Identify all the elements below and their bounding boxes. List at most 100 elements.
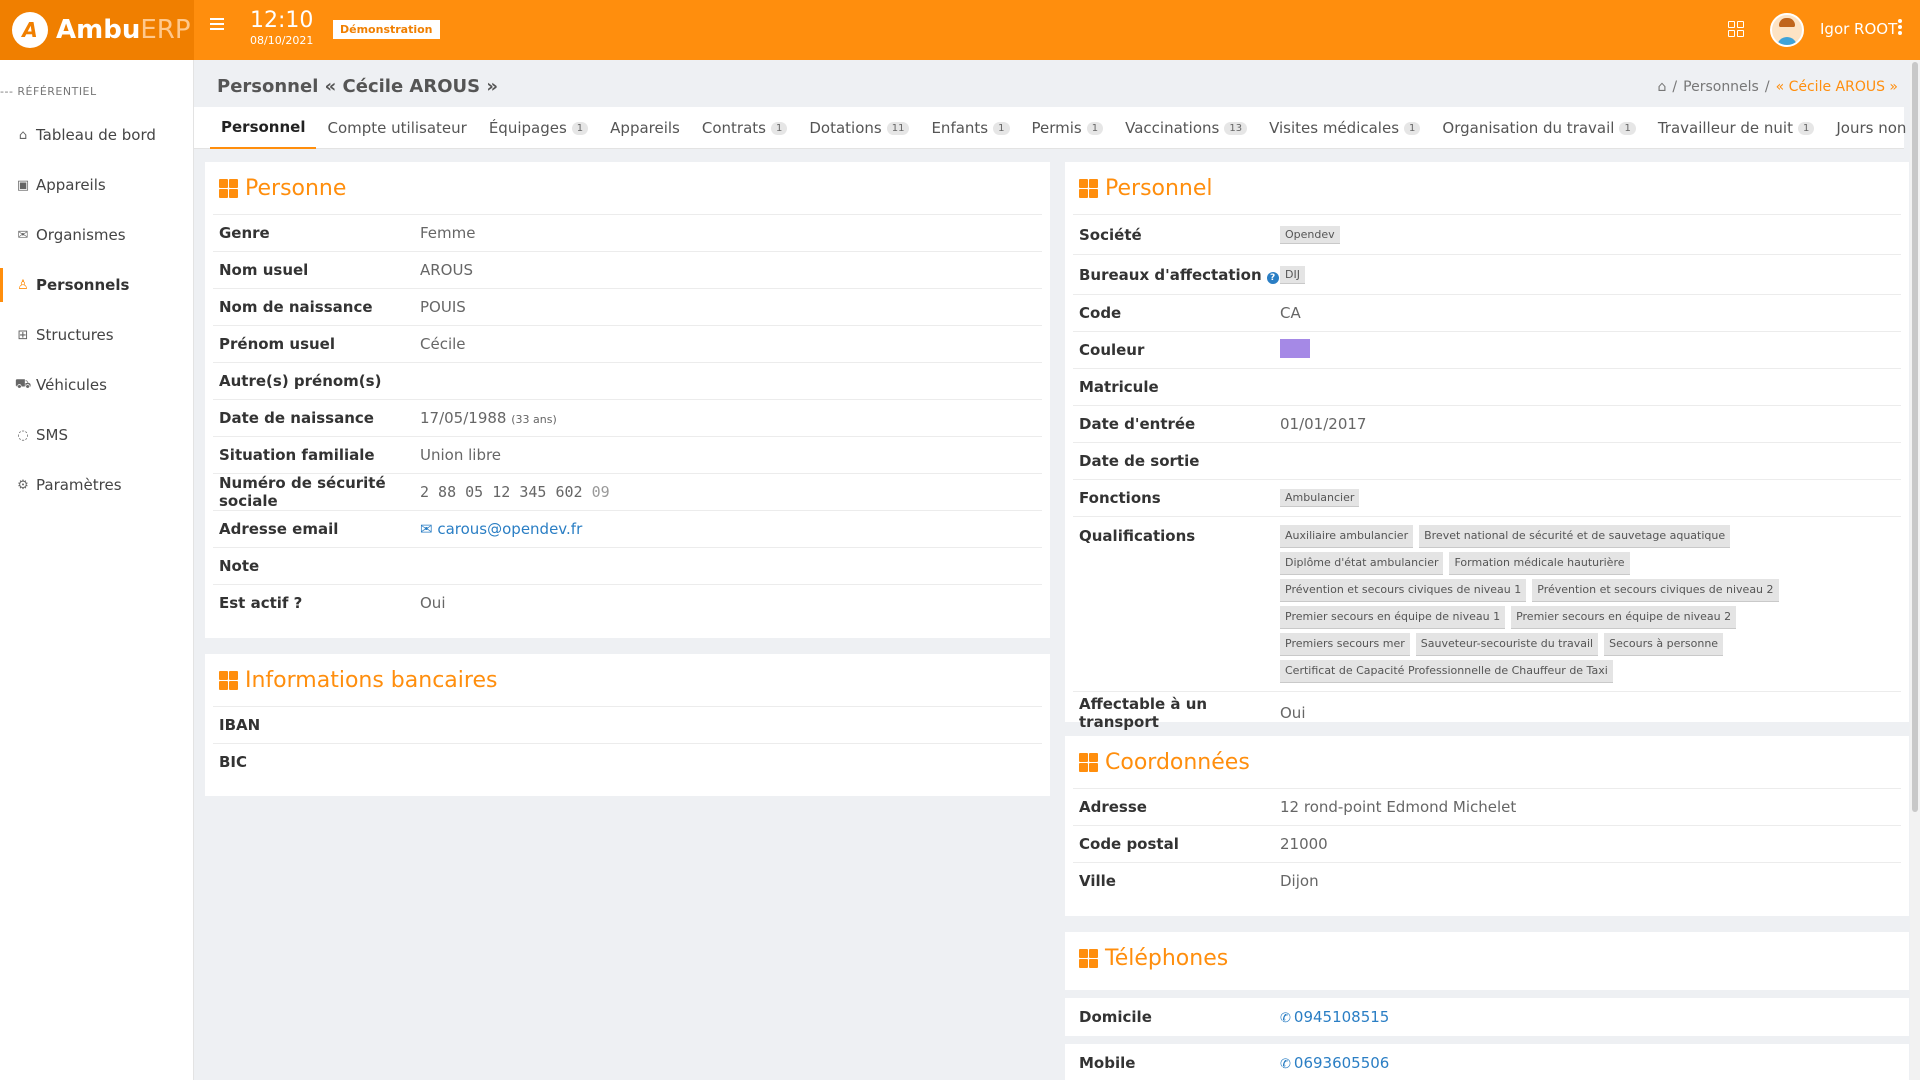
- field-row-nom-usuel: Nom usuel AROUS: [213, 251, 1042, 288]
- qualification-chip: Auxiliaire ambulancier: [1280, 525, 1414, 548]
- tabs-bar: Personnel Compte utilisateur Équipages 1 …: [194, 107, 1920, 149]
- tab-appareils[interactable]: Appareils: [599, 107, 691, 149]
- sidebar-item-sms[interactable]: ◌ SMS: [0, 410, 193, 460]
- clock-date: 08/10/2021: [250, 34, 314, 47]
- page-title: Personnel « Cécile AROUS »: [217, 76, 498, 97]
- avatar[interactable]: [1770, 13, 1804, 47]
- field-row-date-sortie: Date de sortie: [1073, 442, 1901, 479]
- field-row-date-entree: Date d'entrée 01/01/2017: [1073, 405, 1901, 442]
- qualification-chip: Prévention et secours civiques de niveau…: [1280, 579, 1527, 602]
- field-row-iban: IBAN: [213, 706, 1042, 743]
- email-icon: ✉: [420, 520, 438, 538]
- qualification-chip: Premier secours en équipe de niveau 1: [1280, 606, 1506, 629]
- breadcrumb: ⌂ / Personnels / « Cécile AROUS »: [1657, 79, 1898, 95]
- scrollbar[interactable]: [1910, 60, 1920, 1080]
- breadcrumb-current: « Cécile AROUS »: [1775, 79, 1898, 95]
- card-personne: Personne Genre Femme Nom usuel AROUS Nom d…: [205, 162, 1050, 638]
- apps-grid-icon[interactable]: [1728, 21, 1744, 37]
- tab-equipages[interactable]: Équipages 1: [478, 107, 599, 149]
- tab-count-badge: 1: [571, 121, 589, 135]
- field-row-genre: Genre Femme: [213, 214, 1042, 251]
- qualification-chip: Brevet national de sécurité et de sauvet…: [1419, 525, 1731, 548]
- people-icon: ♙: [17, 277, 29, 293]
- phone-link[interactable]: 0693605506: [1294, 1054, 1389, 1072]
- card-title: Coordonnées: [1065, 736, 1909, 788]
- car-icon: ⛟: [14, 376, 32, 392]
- tab-count-badge: 1: [1404, 121, 1421, 135]
- breadcrumb-personnels[interactable]: Personnels: [1683, 79, 1759, 95]
- tab-enfants[interactable]: Enfants 1: [920, 107, 1020, 149]
- field-row-est-actif: Est actif ? Oui: [213, 584, 1042, 621]
- tab-count-badge: 1: [1619, 121, 1636, 135]
- tab-vaccinations[interactable]: Vaccinations 13: [1114, 107, 1258, 149]
- app-logo[interactable]: A AmbuERP: [0, 0, 194, 60]
- tab-count-badge: 1: [993, 121, 1010, 135]
- field-row-securite-sociale: Numéro de sécurité sociale 2 88 05 12 345…: [213, 473, 1042, 510]
- field-row-nom-naissance: Nom de naissance POUIS: [213, 288, 1042, 325]
- tab-organisation-du-travail[interactable]: Organisation du travail 1: [1431, 107, 1646, 149]
- user-name[interactable]: Igor ROOT: [1820, 20, 1897, 38]
- home-icon[interactable]: ⌂: [1658, 79, 1667, 95]
- chat-icon: ◌: [17, 427, 29, 443]
- qualification-chip: Sauveteur-secouriste du travail: [1415, 633, 1599, 656]
- tab-dotations[interactable]: Dotations 11: [798, 107, 920, 149]
- clock-time: 12:10: [250, 8, 314, 33]
- demo-badge: Démonstration: [333, 20, 440, 39]
- grid-icon: [219, 670, 238, 690]
- qualification-chip: Diplôme d'état ambulancier: [1280, 552, 1444, 575]
- card-personnel: Personnel Société Opendev Bureaux d'affec…: [1065, 162, 1909, 731]
- gear-icon: ⚙: [17, 477, 29, 493]
- field-row-qualifications: Qualifications Auxiliaire ambulancier Bre…: [1073, 516, 1901, 691]
- tab-jours-non-travailles[interactable]: Jours non travaillés: [1825, 107, 1920, 149]
- sidebar-item-personnels[interactable]: ♙ Personnels: [0, 260, 193, 310]
- phone-link[interactable]: 0945108515: [1294, 1008, 1389, 1026]
- tab-visites-medicales[interactable]: Visites médicales 1: [1258, 107, 1431, 149]
- card-coordonnees: Coordonnées Adresse 12 rond-point Edmond …: [1065, 736, 1909, 916]
- sidebar-item-structures[interactable]: ⊞ Structures: [0, 310, 193, 360]
- tab-permis[interactable]: Permis 1: [1021, 107, 1115, 149]
- card-title: Informations bancaires: [205, 654, 1050, 706]
- tab-travailleur-de-nuit[interactable]: Travailleur de nuit 1: [1647, 107, 1826, 149]
- qualification-chip: Premiers secours mer: [1280, 633, 1410, 656]
- logo-icon: A: [12, 12, 48, 48]
- email-link[interactable]: carous@opendev.fr: [437, 520, 582, 538]
- field-row-bureaux: Bureaux d'affectation? DIJ: [1073, 254, 1901, 294]
- card-title: Personne: [205, 162, 1050, 214]
- phone-row-domicile: Domicile ✆ 0945108515: [1065, 998, 1909, 1036]
- grid-icon: [1079, 948, 1098, 968]
- scrollbar-thumb[interactable]: [1912, 62, 1918, 812]
- field-row-affectable: Affectable à un transport Oui: [1073, 691, 1901, 733]
- card-informations-bancaires: Informations bancaires IBAN BIC: [205, 654, 1050, 796]
- fonction-chip: Ambulancier: [1280, 489, 1360, 507]
- home-icon: ⌂: [18, 127, 28, 143]
- help-icon[interactable]: ?: [1266, 271, 1279, 284]
- tab-count-badge: 1: [1797, 121, 1815, 135]
- tab-count-badge: 13: [1224, 121, 1248, 135]
- sidebar-item-tableau-de-bord[interactable]: ⌂ Tableau de bord: [0, 110, 193, 160]
- tab-count-badge: 1: [770, 121, 788, 135]
- qualification-chip: Secours à personne: [1604, 633, 1724, 656]
- phone-icon: ✆: [1280, 1011, 1291, 1026]
- sidebar-item-organismes[interactable]: ✉ Organismes: [0, 210, 193, 260]
- field-row-code-postal: Code postal 21000: [1073, 825, 1901, 862]
- tab-compte-utilisateur[interactable]: Compte utilisateur: [316, 107, 477, 149]
- menu-toggle-icon[interactable]: [210, 18, 224, 30]
- tab-personnel[interactable]: Personnel: [210, 107, 317, 149]
- inbox-icon: ✉: [17, 227, 29, 243]
- color-swatch: [1280, 338, 1310, 358]
- field-row-adresse: Adresse 12 rond-point Edmond Michelet: [1073, 788, 1901, 825]
- sidebar-item-parametres[interactable]: ⚙ Paramètres: [0, 460, 193, 510]
- tab-count-badge: 1: [1086, 121, 1104, 135]
- top-bar: A AmbuERP 12:10 08/10/2021 Démonstration…: [0, 0, 1920, 60]
- field-row-email: Adresse email ✉ carous@opendev.fr: [213, 510, 1042, 547]
- grid-icon: [1079, 178, 1098, 198]
- card-title: Téléphones: [1065, 932, 1909, 984]
- phone-icon: ✆: [1280, 1057, 1291, 1072]
- tab-contrats[interactable]: Contrats 1: [691, 107, 798, 149]
- field-row-date-naissance: Date de naissance 17/05/1988 (33 ans): [213, 399, 1042, 436]
- card-title: Personnel: [1065, 162, 1909, 214]
- sidebar-item-appareils[interactable]: ▣ Appareils: [0, 160, 193, 210]
- user-menu-icon[interactable]: [1898, 19, 1902, 35]
- sidebar-item-vehicules[interactable]: ⛟ Véhicules: [0, 360, 193, 410]
- field-row-autres-prenoms: Autre(s) prénom(s): [213, 362, 1042, 399]
